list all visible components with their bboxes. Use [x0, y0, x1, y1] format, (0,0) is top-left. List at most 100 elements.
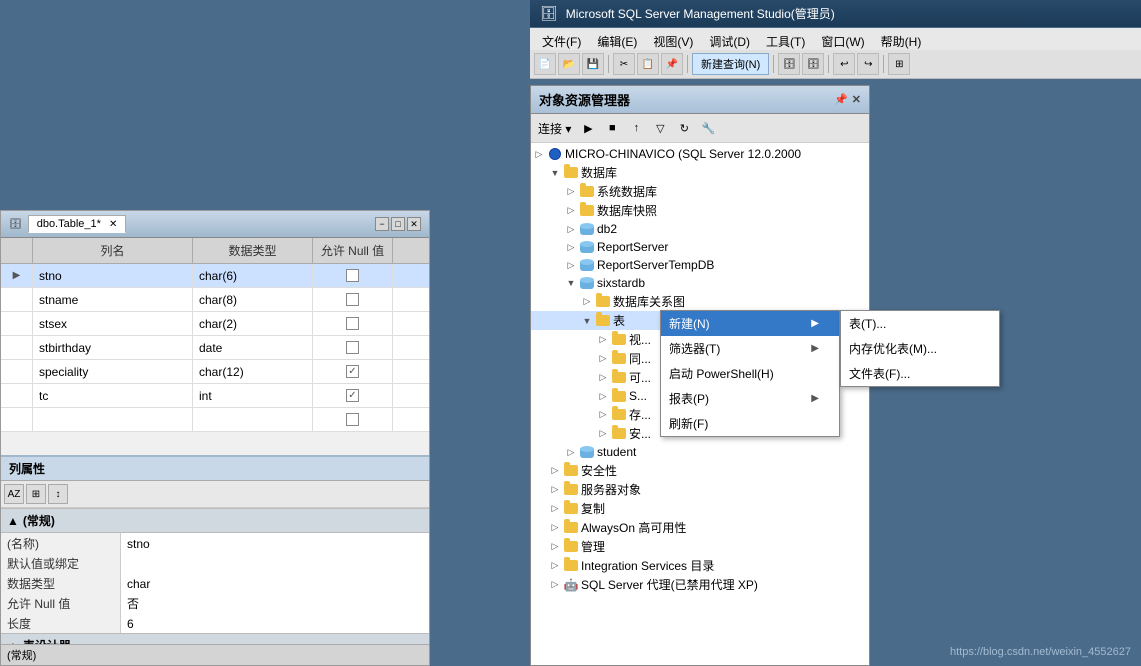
oe-properties-button[interactable]: 🔧: [697, 117, 719, 139]
toolbar-cut-button[interactable]: ✂: [613, 53, 635, 75]
nullable-checkbox[interactable]: [346, 293, 359, 306]
toolbar-save-button[interactable]: 💾: [582, 53, 604, 75]
expand-icon[interactable]: ▷: [563, 257, 579, 273]
tree-item-db2[interactable]: ▷ db2: [531, 220, 869, 238]
expand-icon[interactable]: ▷: [547, 463, 563, 479]
context-menu-item-reports[interactable]: 报表(P) ▶: [661, 386, 839, 411]
tree-item-sixstardb[interactable]: ▼ sixstardb: [531, 274, 869, 292]
cell-name: speciality: [33, 360, 193, 383]
expand-icon[interactable]: ▷: [563, 221, 579, 237]
context-menu-item-refresh[interactable]: 刷新(F): [661, 411, 839, 436]
context-menu-item-filter[interactable]: 筛选器(T) ▶: [661, 336, 839, 361]
expand-icon[interactable]: ▷: [563, 239, 579, 255]
nullable-checkbox[interactable]: [346, 389, 359, 402]
maximize-button[interactable]: □: [391, 217, 405, 231]
oe-refresh-button[interactable]: ↻: [673, 117, 695, 139]
new-query-button[interactable]: 新建查询(N): [692, 53, 769, 75]
expand-icon[interactable]: ▷: [595, 407, 611, 423]
tree-item-replication[interactable]: ▷ 复制: [531, 499, 869, 518]
expand-icon[interactable]: ▷: [595, 351, 611, 367]
tree-item-student[interactable]: ▷ student: [531, 443, 869, 461]
table-row[interactable]: ▶ stno char(6): [1, 264, 429, 288]
oe-btn1[interactable]: ▶: [577, 117, 599, 139]
toolbar-new-button[interactable]: 📄: [534, 53, 556, 75]
oe-btn2[interactable]: ■: [601, 117, 623, 139]
toolbar-btn1[interactable]: 🗄: [778, 53, 800, 75]
oe-filter-button[interactable]: ▽: [649, 117, 671, 139]
props-status-bar: (常规): [1, 644, 429, 665]
table-row[interactable]: stsex char(2): [1, 312, 429, 336]
submenu-item-file-table[interactable]: 文件表(F)...: [841, 361, 999, 386]
expand-icon[interactable]: ▷: [563, 444, 579, 460]
expand-icon[interactable]: ▷: [547, 501, 563, 517]
expand-icon[interactable]: ▷: [547, 577, 563, 593]
nullable-checkbox[interactable]: [346, 341, 359, 354]
table-row[interactable]: stname char(8): [1, 288, 429, 312]
nullable-checkbox[interactable]: [346, 269, 359, 282]
context-menu-item-new[interactable]: 新建(N) ▶: [661, 311, 839, 336]
tree-item-sys-db[interactable]: ▷ 系统数据库: [531, 182, 869, 201]
tree-item-server-objects[interactable]: ▷ 服务器对象: [531, 480, 869, 499]
tree-item-diagrams[interactable]: ▷ 数据库关系图: [531, 292, 869, 311]
expand-icon[interactable]: ▷: [595, 426, 611, 442]
expand-icon[interactable]: ▷: [595, 332, 611, 348]
tree-item-databases[interactable]: ▼ 数据库: [531, 163, 869, 182]
submenu-item-table[interactable]: 表(T)...: [841, 311, 999, 336]
tree-item-management[interactable]: ▷ 管理: [531, 537, 869, 556]
tree-label: ReportServer: [597, 240, 668, 254]
props-section-designer[interactable]: ▲ 表设计器: [1, 633, 429, 644]
tree-item-snapshot[interactable]: ▷ 数据库快照: [531, 201, 869, 220]
tree-item-reportserver[interactable]: ▷ ReportServer: [531, 238, 869, 256]
props-sort-cat-button[interactable]: ⊞: [26, 484, 46, 504]
tree-item-security[interactable]: ▷ 安全性: [531, 461, 869, 480]
table-row[interactable]: [1, 408, 429, 432]
tab-dbo-table1[interactable]: dbo.Table_1* ✕: [28, 215, 127, 233]
toolbar-redo-button[interactable]: ↪: [857, 53, 879, 75]
oe-pin-icon[interactable]: 📌: [834, 93, 848, 106]
expand-icon[interactable]: ▼: [547, 165, 563, 181]
table-row[interactable]: tc int: [1, 384, 429, 408]
minimize-button[interactable]: −: [375, 217, 389, 231]
expand-icon[interactable]: ▼: [579, 313, 595, 329]
expand-icon[interactable]: ▷: [547, 482, 563, 498]
tree-item-reportserver-temp[interactable]: ▷ ReportServerTempDB: [531, 256, 869, 274]
connect-button[interactable]: 连接 ▾: [534, 118, 575, 139]
tree-item-integration-services[interactable]: ▷ Integration Services 目录: [531, 556, 869, 575]
expand-icon[interactable]: ▷: [563, 203, 579, 219]
expand-icon[interactable]: ▷: [547, 520, 563, 536]
tree-label: ReportServerTempDB: [597, 258, 714, 272]
toolbar-misc1[interactable]: ⊞: [888, 53, 910, 75]
prop-value: char: [121, 573, 429, 594]
table-row[interactable]: speciality char(12): [1, 360, 429, 384]
submenu-item-memory-table[interactable]: 内存优化表(M)...: [841, 336, 999, 361]
tree-item-alwayson[interactable]: ▷ AlwaysOn 高可用性: [531, 518, 869, 537]
oe-btn3[interactable]: ↑: [625, 117, 647, 139]
tree-item-sql-agent[interactable]: ▷ 🤖 SQL Server 代理(已禁用代理 XP): [531, 575, 869, 594]
toolbar-paste-button[interactable]: 📌: [661, 53, 683, 75]
toolbar-undo-button[interactable]: ↩: [833, 53, 855, 75]
expand-icon[interactable]: ▷: [547, 558, 563, 574]
expand-icon[interactable]: ▷: [595, 370, 611, 386]
toolbar-copy-button[interactable]: 📋: [637, 53, 659, 75]
close-button[interactable]: ✕: [407, 217, 421, 231]
toolbar-btn2[interactable]: 🗄: [802, 53, 824, 75]
context-menu-item-powershell[interactable]: 启动 PowerShell(H): [661, 361, 839, 386]
expand-icon[interactable]: ▷: [563, 184, 579, 200]
ssms-toolbar: 📄 📂 💾 ✂ 📋 📌 新建查询(N) 🗄 🗄 ↩ ↪ ⊞: [530, 50, 1141, 79]
tree-item-server[interactable]: ▷ MICRO-CHINAVICO (SQL Server 12.0.2000: [531, 145, 869, 163]
expand-icon[interactable]: ▷: [531, 146, 547, 162]
table-row[interactable]: stbirthday date: [1, 336, 429, 360]
close-icon[interactable]: ✕: [109, 219, 117, 230]
expand-icon[interactable]: ▷: [595, 388, 611, 404]
props-sort-alpha-button[interactable]: AZ: [4, 484, 24, 504]
nullable-checkbox[interactable]: [346, 317, 359, 330]
nullable-checkbox[interactable]: [346, 365, 359, 378]
toolbar-open-button[interactable]: 📂: [558, 53, 580, 75]
props-section-general[interactable]: ▲ (常规): [1, 508, 429, 533]
expand-icon[interactable]: ▷: [579, 294, 595, 310]
expand-icon[interactable]: ▼: [563, 275, 579, 291]
expand-icon[interactable]: ▷: [547, 539, 563, 555]
oe-close-icon[interactable]: ✕: [852, 93, 861, 106]
nullable-checkbox[interactable]: [346, 413, 359, 426]
props-expand-button[interactable]: ↕: [48, 484, 68, 504]
